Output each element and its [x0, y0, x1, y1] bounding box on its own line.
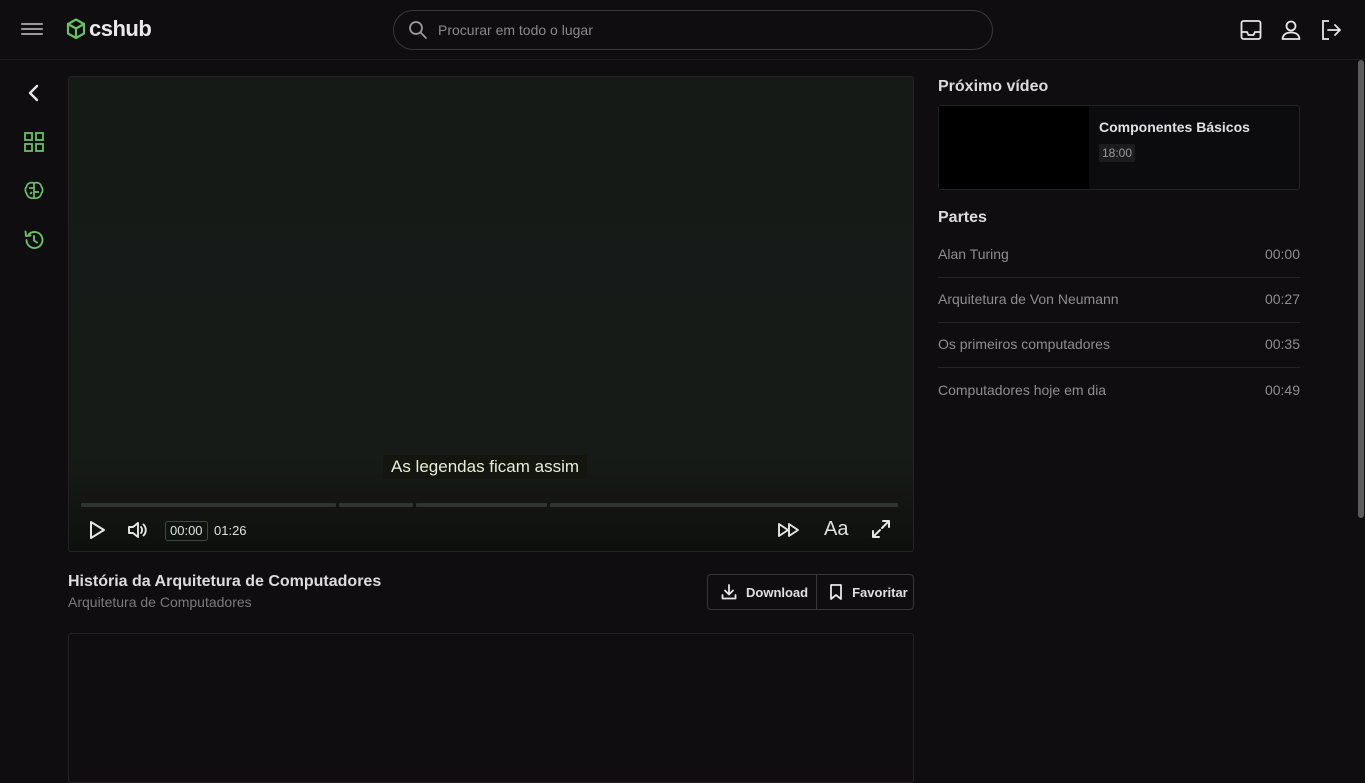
video-title: História da Arquitetura de Computadores: [68, 573, 382, 590]
top-bar: cshub: [0, 0, 1365, 60]
part-name: Os primeiros computadores: [938, 336, 1110, 352]
part-name: Alan Turing: [938, 246, 1009, 262]
download-icon: [721, 584, 737, 600]
logo-text: cshub: [89, 16, 152, 41]
history-icon[interactable]: [22, 228, 46, 252]
favorite-label: Favoritar: [852, 584, 908, 600]
part-time: 00:27: [1264, 291, 1300, 307]
volume-icon[interactable]: [126, 519, 148, 541]
part-time: 00:35: [1264, 336, 1300, 352]
scrollbar-thumb[interactable]: [1358, 60, 1364, 518]
scrollbar[interactable]: [1357, 60, 1365, 767]
search-input[interactable]: [438, 22, 958, 38]
user-icon[interactable]: [1279, 18, 1303, 42]
video-actions: Download Favoritar: [707, 574, 914, 610]
video-course[interactable]: Arquitetura de Computadores: [68, 594, 252, 610]
subtitle-caption: As legendas ficam assim: [383, 455, 588, 479]
play-icon[interactable]: [86, 519, 108, 541]
cube-icon: [66, 18, 86, 40]
inbox-icon[interactable]: [1239, 18, 1263, 42]
current-time: 00:00: [165, 521, 208, 541]
chevron-left-icon[interactable]: [22, 81, 46, 105]
parts-list: Alan Turing 00:00 Arquitetura de Von Neum…: [938, 233, 1300, 413]
search-icon: [409, 21, 427, 39]
video-player[interactable]: [68, 76, 914, 552]
part-name: Arquitetura de Von Neumann: [938, 291, 1119, 307]
part-name: Computadores hoje em dia: [938, 381, 1107, 398]
sidebar: [0, 60, 68, 767]
part-time: 00:49: [1264, 381, 1300, 398]
next-video-card[interactable]: Componentes Básicos 18:00: [938, 105, 1300, 190]
fullscreen-icon[interactable]: [870, 518, 892, 540]
menu-icon[interactable]: [21, 20, 43, 40]
progress-bar[interactable]: [81, 503, 898, 509]
next-video-heading: Próximo vídeo: [938, 78, 1049, 95]
next-video-thumbnail[interactable]: [939, 106, 1089, 189]
player-controls: 00:00 01:26 Aa: [68, 513, 914, 549]
progress-segment[interactable]: [81, 503, 336, 507]
list-item[interactable]: Alan Turing 00:00: [938, 233, 1300, 278]
captions-button[interactable]: Aa: [824, 518, 848, 541]
download-button[interactable]: Download: [708, 575, 816, 609]
grid-icon[interactable]: [22, 130, 46, 154]
next-video-title: Componentes Básicos: [1099, 119, 1250, 135]
next-video-duration: 18:00: [1099, 144, 1136, 162]
bookmark-icon: [830, 584, 843, 600]
logo[interactable]: cshub: [66, 16, 152, 42]
part-time: 00:00: [1264, 246, 1300, 262]
list-item[interactable]: Computadores hoje em dia 00:49: [938, 368, 1300, 413]
list-item[interactable]: Os primeiros computadores 00:35: [938, 323, 1300, 368]
search-bar[interactable]: [393, 10, 993, 50]
list-item[interactable]: Arquitetura de Von Neumann 00:27: [938, 278, 1300, 323]
download-label: Download: [746, 584, 809, 600]
logout-icon[interactable]: [1319, 18, 1343, 42]
progress-segment[interactable]: [415, 503, 547, 507]
favorite-button[interactable]: Favoritar: [816, 575, 916, 609]
progress-segment[interactable]: [549, 503, 898, 507]
total-time: 01:26: [214, 523, 247, 538]
fast-forward-icon[interactable]: [776, 519, 802, 541]
comments-panel: [68, 633, 914, 783]
progress-segment[interactable]: [338, 503, 413, 507]
parts-heading: Partes: [938, 209, 987, 226]
brain-icon[interactable]: [22, 179, 46, 203]
